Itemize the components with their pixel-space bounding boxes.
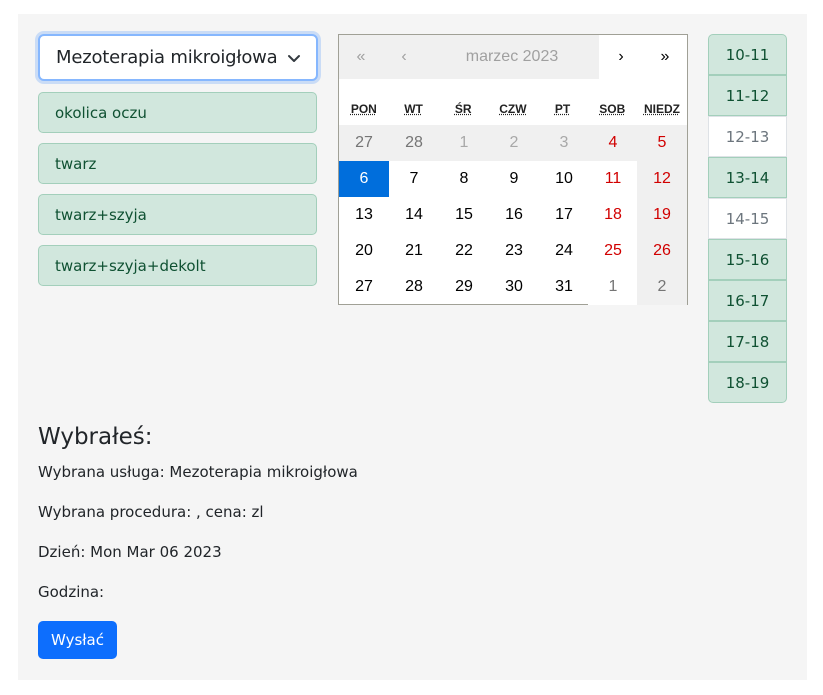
- calendar-day[interactable]: 26: [637, 233, 687, 269]
- next-month-button[interactable]: ›: [599, 35, 643, 79]
- calendar-day[interactable]: 1: [588, 269, 638, 305]
- calendar-month-label[interactable]: marzec 2023: [425, 35, 599, 79]
- calendar-day[interactable]: 18: [588, 197, 638, 233]
- summary-procedure: Wybrana procedura: , cena: zl: [38, 503, 264, 521]
- hour-slot-17-18[interactable]: 17-18: [708, 321, 787, 362]
- weekday-label: SOB: [599, 102, 626, 116]
- service-select-value: Mezoterapia mikroigłowa: [56, 47, 278, 68]
- calendar-day[interactable]: 4: [588, 125, 638, 161]
- weekday-label: PON: [350, 102, 377, 116]
- calendar-navigation: « ‹ marzec 2023 › »: [339, 35, 687, 79]
- hour-slot-12-13[interactable]: 12-13: [708, 116, 787, 157]
- calendar-day[interactable]: 31: [539, 269, 589, 305]
- weekday-label: WT: [404, 102, 423, 116]
- weekday-label: NIEDZ: [643, 102, 680, 116]
- procedure-label: twarz: [55, 154, 97, 173]
- calendar-day[interactable]: 1: [439, 125, 489, 161]
- calendar-day[interactable]: 8: [439, 161, 489, 197]
- calendar-weekdays: PON WT ŚR CZW PT SOB NIEDZ: [339, 91, 687, 127]
- procedure-button-twarz-szyja-dekolt[interactable]: twarz+szyja+dekolt: [38, 245, 317, 286]
- hour-slot-16-17[interactable]: 16-17: [708, 280, 787, 321]
- procedure-label: twarz+szyja: [55, 205, 147, 224]
- weekday-label: PT: [554, 102, 571, 116]
- procedure-button-twarz[interactable]: twarz: [38, 143, 317, 184]
- calendar-day[interactable]: 10: [539, 161, 589, 197]
- hour-slot-11-12[interactable]: 11-12: [708, 75, 787, 116]
- calendar-day[interactable]: 24: [539, 233, 589, 269]
- calendar-day-selected[interactable]: 6: [339, 161, 389, 197]
- calendar-day[interactable]: 2: [637, 269, 687, 305]
- calendar-day[interactable]: 27: [339, 269, 389, 305]
- weekday-label: CZW: [499, 102, 527, 116]
- service-select[interactable]: Mezoterapia mikroigłowa: [38, 34, 318, 81]
- calendar-day[interactable]: 21: [389, 233, 439, 269]
- prev-month-button[interactable]: ‹: [383, 35, 425, 79]
- calendar-day[interactable]: 2: [489, 125, 539, 161]
- summary-service: Wybrana usługa: Mezoterapia mikroigłowa: [38, 463, 358, 481]
- hour-slot-18-19[interactable]: 18-19: [708, 362, 787, 403]
- submit-button[interactable]: Wysłać: [38, 621, 117, 659]
- prev-year-button[interactable]: «: [339, 35, 383, 79]
- calendar-day[interactable]: 23: [489, 233, 539, 269]
- calendar-day[interactable]: 28: [389, 125, 439, 161]
- calendar-day[interactable]: 12: [637, 161, 687, 197]
- summary-day: Dzień: Mon Mar 06 2023: [38, 543, 222, 561]
- procedure-label: okolica oczu: [55, 103, 147, 122]
- calendar-day[interactable]: 11: [588, 161, 638, 197]
- next-year-button[interactable]: »: [643, 35, 687, 79]
- hour-slot-14-15[interactable]: 14-15: [708, 198, 787, 239]
- procedure-button-okolica-oczu[interactable]: okolica oczu: [38, 92, 317, 133]
- calendar-day[interactable]: 3: [539, 125, 589, 161]
- calendar-day[interactable]: 19: [637, 197, 687, 233]
- chevron-down-icon: [286, 50, 302, 66]
- calendar-day[interactable]: 5: [637, 125, 687, 161]
- calendar-day[interactable]: 17: [539, 197, 589, 233]
- calendar-day[interactable]: 7: [389, 161, 439, 197]
- calendar-day[interactable]: 25: [588, 233, 638, 269]
- calendar-day[interactable]: 22: [439, 233, 489, 269]
- calendar-day[interactable]: 14: [389, 197, 439, 233]
- calendar-day[interactable]: 27: [339, 125, 389, 161]
- calendar-day[interactable]: 13: [339, 197, 389, 233]
- calendar-day[interactable]: 16: [489, 197, 539, 233]
- weekday-label: ŚR: [454, 102, 472, 116]
- hour-slot-10-11[interactable]: 10-11: [708, 34, 787, 75]
- procedure-button-twarz-szyja[interactable]: twarz+szyja: [38, 194, 317, 235]
- calendar-day[interactable]: 15: [439, 197, 489, 233]
- summary-hour: Godzina:: [38, 583, 105, 601]
- calendar-day[interactable]: 20: [339, 233, 389, 269]
- calendar: « ‹ marzec 2023 › » PON WT ŚR CZW PT SOB…: [338, 34, 688, 305]
- calendar-day[interactable]: 30: [489, 269, 539, 305]
- procedure-label: twarz+szyja+dekolt: [55, 256, 206, 275]
- calendar-day[interactable]: 9: [489, 161, 539, 197]
- calendar-day[interactable]: 29: [439, 269, 489, 305]
- summary-title: Wybrałeś:: [38, 424, 153, 450]
- hour-slot-13-14[interactable]: 13-14: [708, 157, 787, 198]
- calendar-day[interactable]: 28: [389, 269, 439, 305]
- hour-slot-15-16[interactable]: 15-16: [708, 239, 787, 280]
